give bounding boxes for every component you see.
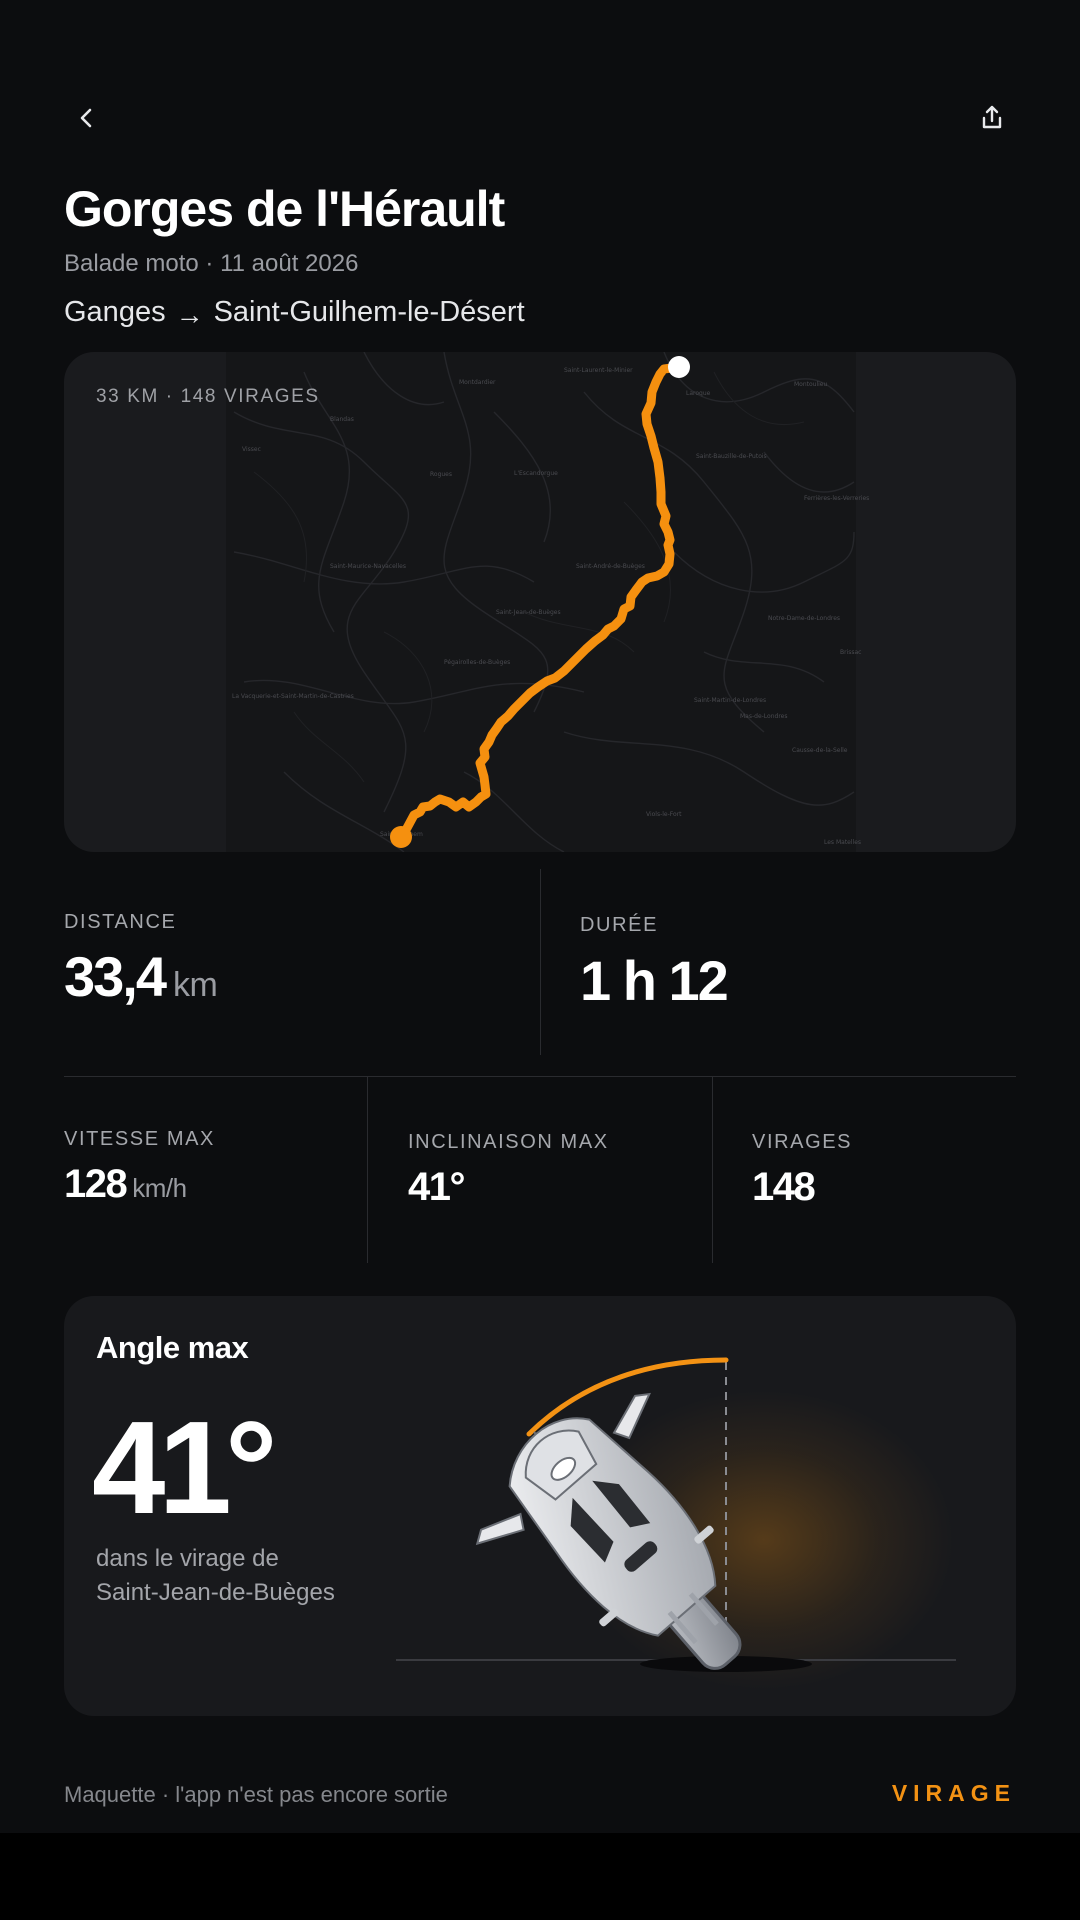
trip-subtitle: Balade moto · 11 août 2026 (64, 250, 359, 277)
turns-label: VIRAGES (752, 1131, 853, 1153)
max-speed-stat: 128 km/h (64, 1162, 187, 1207)
arrow-right-icon: → (175, 298, 204, 330)
map-label: Saint-Bauzille-de-Putois (696, 453, 767, 460)
divider (712, 1077, 713, 1263)
map-label: Saint-Maurice-Navacelles (330, 563, 406, 570)
map-label: Viols-le-Fort (646, 811, 682, 818)
duration-label: DURÉE (580, 914, 659, 936)
map-label: Mas-de-Londres (740, 713, 787, 720)
map-label: Rogues (430, 471, 452, 478)
motorcycle-lean-icon (396, 1357, 956, 1690)
route-start-marker (390, 826, 412, 848)
max-lean-value: 41° (408, 1165, 466, 1209)
max-lean-label: INCLINAISON MAX (408, 1131, 609, 1153)
route-from: Ganges (64, 296, 166, 328)
brand-logo: VIRAGE (891, 1780, 1016, 1806)
map-label: Pégairolles-de-Buèges (444, 659, 510, 666)
distance-stat: 33,4 km (64, 944, 218, 1009)
map-label: Blandas (330, 416, 354, 423)
map-label: Ferrières-les-Verreries (804, 495, 869, 502)
route-map: Montdardier Saint-Laurent-le-Minier Laro… (226, 352, 869, 852)
divider (64, 1076, 1016, 1077)
max-speed-unit: km/h (132, 1173, 187, 1203)
back-button[interactable] (59, 90, 115, 146)
map-caption: 33 KM · 148 VIRAGES (96, 386, 320, 407)
divider (540, 869, 541, 1055)
distance-label: DISTANCE (64, 911, 177, 933)
distance-unit: km (173, 966, 218, 1004)
route-end-marker (668, 356, 690, 378)
map-label: Saint-André-de-Buèges (576, 563, 645, 570)
max-angle-card: Angle max 41° dans le virage de Saint-Je… (64, 1296, 1016, 1716)
distance-value: 33,4 (64, 945, 167, 1008)
route-map-card[interactable]: Montdardier Saint-Laurent-le-Minier Laro… (64, 352, 1016, 852)
map-label: Saint-Laurent-le-Minier (564, 367, 633, 374)
route-line: Ganges → Saint-Guilhem-le-Désert (64, 296, 525, 330)
divider (367, 1077, 368, 1263)
chevron-left-icon (80, 108, 92, 128)
page-title: Gorges de l'Hérault (64, 181, 505, 237)
share-button[interactable] (964, 90, 1020, 146)
max-speed-value: 128 (64, 1162, 128, 1206)
map-label: Saint-Martin-de-Londres (694, 697, 766, 704)
duration-value: 1 h 12 (580, 949, 729, 1012)
map-label: La Vacquerie-et-Saint-Martin-de-Castries (232, 693, 354, 700)
footer-note: Maquette · l'app n'est pas encore sortie (64, 1782, 448, 1807)
map-label: Vissec (242, 446, 261, 453)
map-label: Montdardier (459, 379, 496, 386)
map-label: Brissac (840, 649, 861, 656)
map-label: Causse-de-la-Selle (792, 747, 848, 754)
share-icon (982, 105, 1002, 129)
map-label: Notre-Dame-de-Londres (768, 615, 840, 622)
trip-detail-screen: Gorges de l'Hérault Balade moto · 11 aoû… (0, 0, 1080, 1833)
turns-value: 148 (752, 1165, 816, 1209)
map-label: L'Escandorgue (514, 470, 558, 477)
map-label: Saint-Jean-de-Buèges (496, 609, 561, 616)
map-label: Les Matelles (824, 839, 861, 846)
map-label: Montoulieu (794, 381, 828, 388)
map-label: Laroque (686, 390, 711, 397)
route-to: Saint-Guilhem-le-Désert (213, 296, 525, 328)
max-speed-label: VITESSE MAX (64, 1128, 215, 1150)
